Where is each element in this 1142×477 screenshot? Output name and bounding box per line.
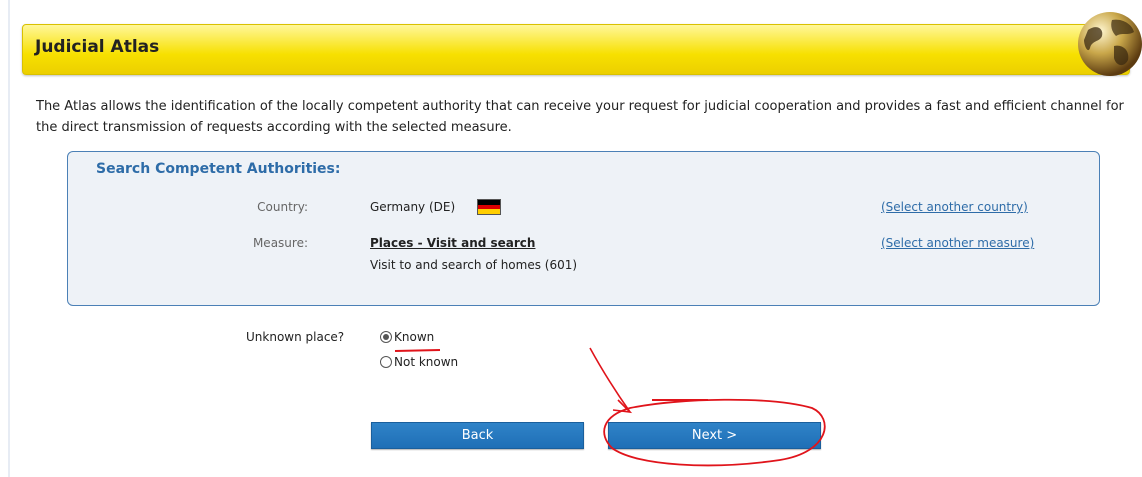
country-label: Country: (257, 200, 308, 214)
page-header: Judicial Atlas (22, 24, 1130, 75)
radio-known-label: Known (394, 330, 435, 344)
search-panel: Search Competent Authorities: Country: G… (67, 151, 1100, 306)
page-title: Judicial Atlas (35, 37, 160, 57)
radio-known-button[interactable] (380, 331, 392, 343)
globe-icon (1078, 12, 1142, 76)
measure-link[interactable]: Places - Visit and search (370, 236, 535, 250)
germany-flag-icon (477, 199, 501, 215)
intro-text: The Atlas allows the identification of t… (36, 99, 1124, 135)
back-button[interactable]: Back (371, 422, 584, 449)
search-panel-title: Search Competent Authorities: (96, 161, 341, 177)
radio-not-known[interactable]: Not known (380, 355, 458, 369)
left-border (8, 0, 10, 477)
country-value: Germany (DE) (370, 200, 456, 214)
measure-label: Measure: (252, 236, 308, 250)
radio-not-known-button[interactable] (380, 356, 392, 368)
radio-known[interactable]: Known (380, 330, 434, 344)
radio-not-known-label: Not known (394, 355, 459, 369)
next-button[interactable]: Next > (608, 422, 821, 449)
select-measure-link[interactable]: (Select another measure) (881, 236, 1034, 250)
unknown-place-label: Unknown place? (246, 330, 345, 344)
select-country-link[interactable]: (Select another country) (881, 200, 1028, 214)
measure-detail: Visit to and search of homes (601) (370, 258, 578, 272)
